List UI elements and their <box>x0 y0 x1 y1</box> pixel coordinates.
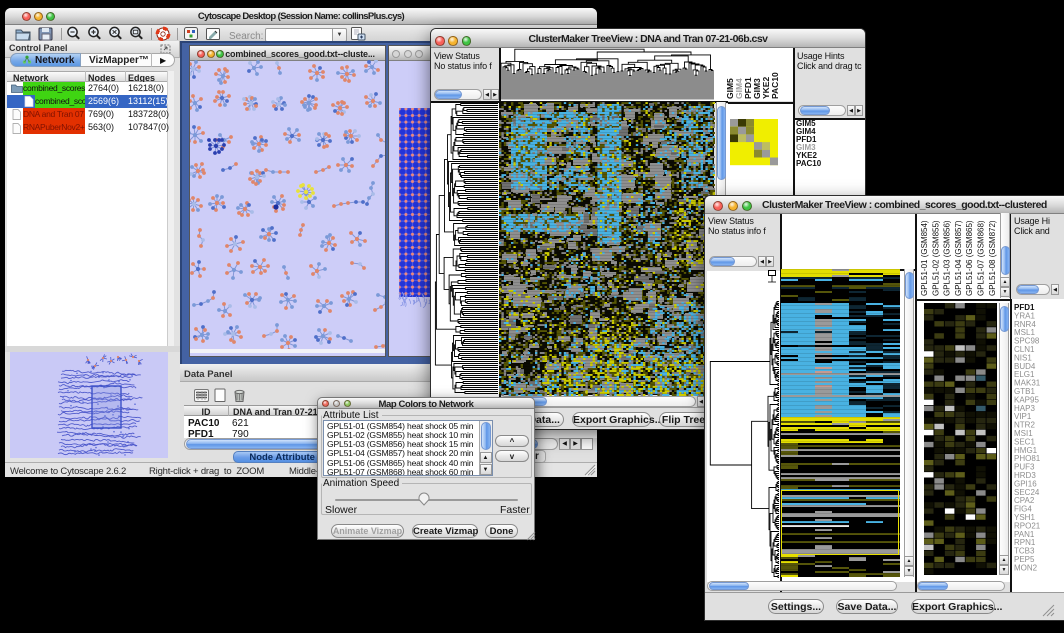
svg-text:MON2: MON2 <box>1014 563 1038 572</box>
